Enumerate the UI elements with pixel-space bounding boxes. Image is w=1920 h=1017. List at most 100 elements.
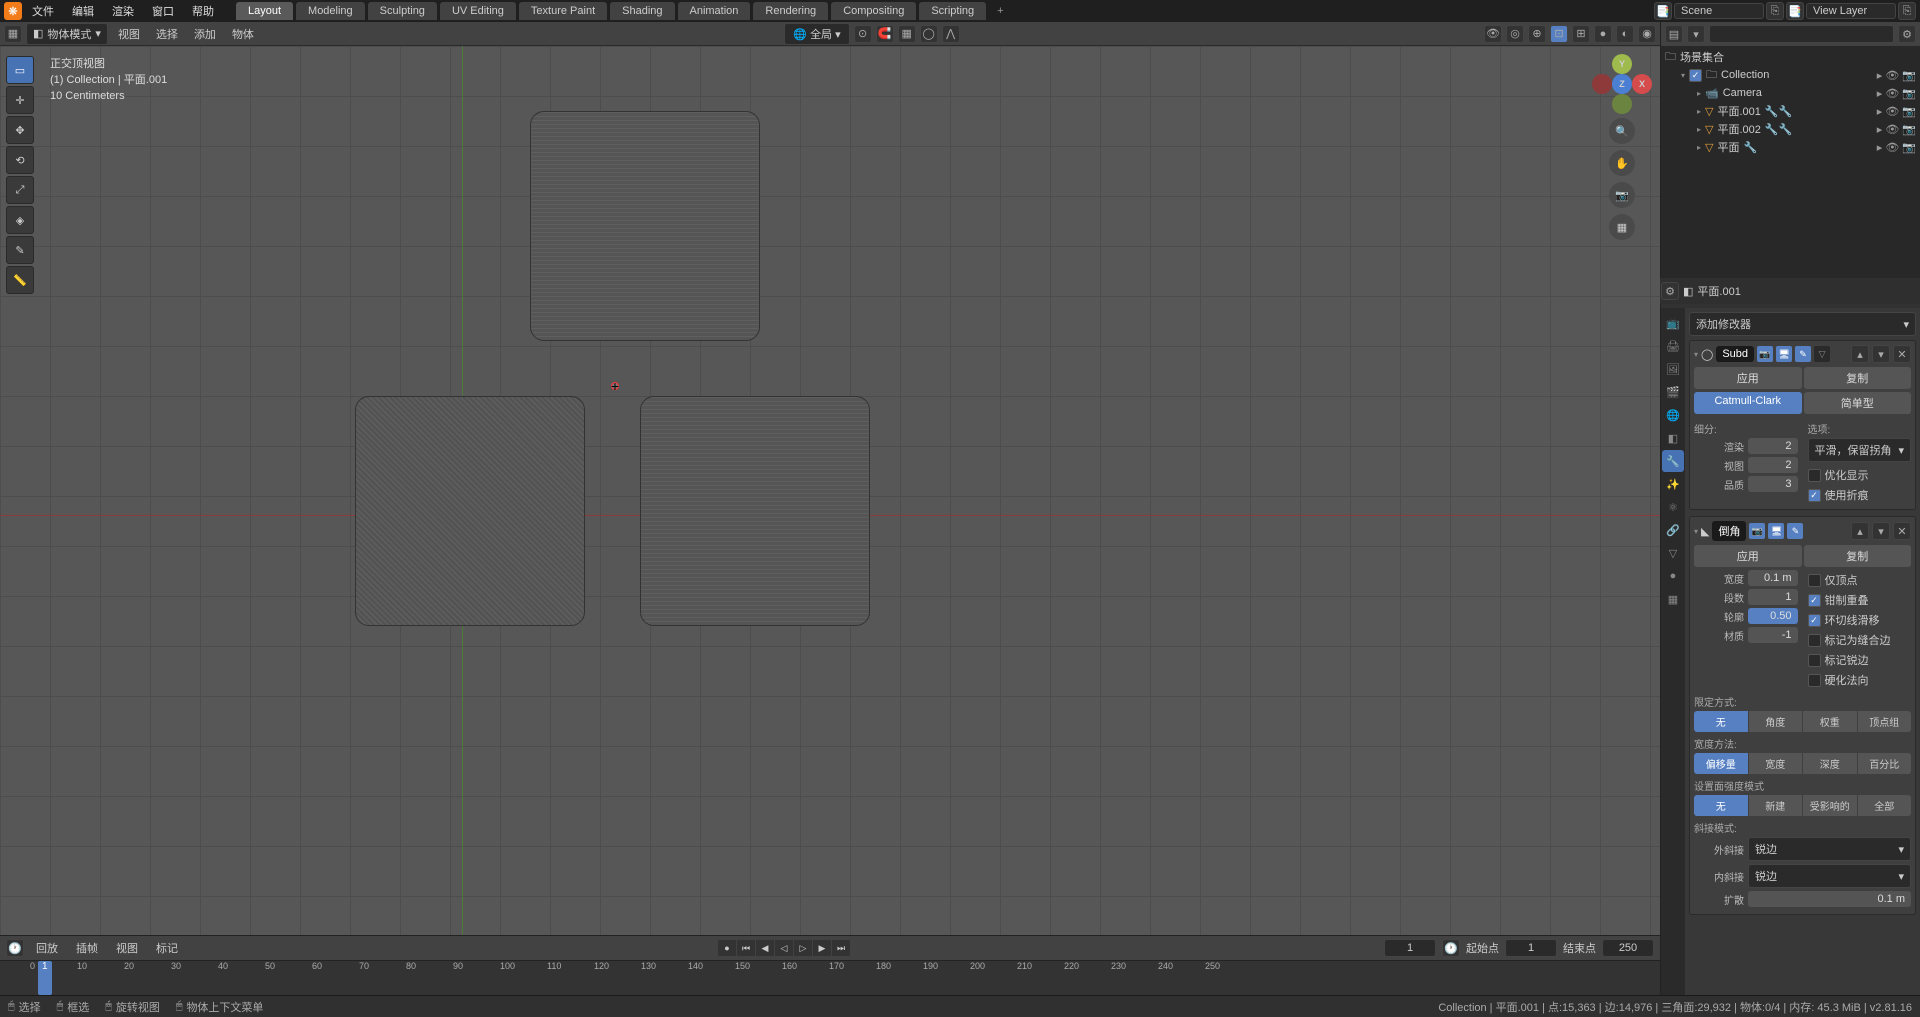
- pivot-icon[interactable]: ⊙: [854, 25, 872, 43]
- gizmo-toggle-icon[interactable]: ◎: [1506, 25, 1524, 43]
- harden-normals-checkbox[interactable]: [1808, 674, 1821, 687]
- menu-render[interactable]: 渲染: [104, 1, 142, 21]
- inner-miter-select[interactable]: 锐边▾: [1748, 864, 1911, 888]
- proportional-falloff-icon[interactable]: ⋀: [942, 25, 960, 43]
- use-crease-checkbox[interactable]: [1808, 489, 1821, 502]
- autokey-icon[interactable]: ●: [718, 940, 736, 956]
- collapse-icon[interactable]: ▾: [1694, 527, 1698, 536]
- eye-icon[interactable]: 👁: [1885, 87, 1899, 100]
- camera-icon[interactable]: 📷: [1902, 69, 1916, 82]
- start-frame-input[interactable]: [1505, 939, 1557, 957]
- 3d-viewport[interactable]: 正交顶视图 (1) Collection | 平面.001 10 Centime…: [0, 46, 1660, 935]
- snap-icon[interactable]: 🧲: [876, 25, 894, 43]
- fs-affected[interactable]: 受影响的: [1803, 795, 1857, 816]
- prop-tab-world[interactable]: 🌐: [1662, 404, 1684, 426]
- realtime-toggle-icon[interactable]: 🖥: [1768, 523, 1784, 539]
- timeline-ruler[interactable]: 1 01020304050607080901001101201301401501…: [0, 960, 1660, 995]
- play-reverse-icon[interactable]: ◁: [775, 940, 793, 956]
- tool-annotate[interactable]: ✎: [6, 236, 34, 264]
- outliner-display-mode-icon[interactable]: ▤: [1665, 25, 1683, 43]
- tab-texturepaint[interactable]: Texture Paint: [519, 2, 607, 20]
- mark-sharp-checkbox[interactable]: [1808, 654, 1821, 667]
- camera-icon[interactable]: 📷: [1902, 105, 1916, 118]
- eye-icon[interactable]: 👁: [1885, 69, 1899, 82]
- timeline-playback-menu[interactable]: 回放: [30, 938, 64, 958]
- camera-view-icon[interactable]: 📷: [1609, 182, 1635, 208]
- editmode-toggle-icon[interactable]: ✎: [1787, 523, 1803, 539]
- timeline-editor-icon[interactable]: 🕐: [6, 939, 24, 957]
- mark-seam-checkbox[interactable]: [1808, 634, 1821, 647]
- tab-add-button[interactable]: +: [989, 3, 1011, 19]
- snap-target-icon[interactable]: ▦: [898, 25, 916, 43]
- modifier-name[interactable]: Subd: [1716, 346, 1754, 362]
- catmull-clark-button[interactable]: Catmull-Clark: [1694, 392, 1802, 414]
- proportional-icon[interactable]: ◯: [920, 25, 938, 43]
- tab-sculpting[interactable]: Sculpting: [368, 2, 437, 20]
- realtime-toggle-icon[interactable]: 🖥: [1776, 346, 1792, 362]
- prop-tab-render[interactable]: 📺: [1662, 312, 1684, 334]
- tool-select-box[interactable]: ▭: [6, 56, 34, 84]
- shading-solid-icon[interactable]: ●: [1594, 25, 1612, 43]
- shading-rendered-icon[interactable]: ◉: [1638, 25, 1656, 43]
- mesh-plane[interactable]: [640, 396, 870, 626]
- mesh-plane-001[interactable]: [530, 111, 760, 341]
- tab-compositing[interactable]: Compositing: [831, 2, 916, 20]
- tab-layout[interactable]: Layout: [236, 2, 293, 20]
- quality-input[interactable]: 3: [1748, 476, 1798, 492]
- bevel-material-input[interactable]: -1: [1748, 627, 1798, 643]
- playhead[interactable]: 1: [38, 961, 52, 995]
- tree-camera[interactable]: ▸📹Camera▸👁📷: [1661, 84, 1920, 102]
- tree-scene-collection[interactable]: 🗀场景集合: [1661, 48, 1920, 66]
- outliner-view-icon[interactable]: ▾: [1687, 25, 1705, 43]
- limit-none[interactable]: 无: [1694, 711, 1748, 732]
- prop-tab-viewlayer[interactable]: 🖼: [1662, 358, 1684, 380]
- copy-button[interactable]: 复制: [1804, 545, 1912, 567]
- spread-input[interactable]: 0.1 m: [1748, 891, 1911, 907]
- tab-rendering[interactable]: Rendering: [753, 2, 828, 20]
- modifier-name[interactable]: 倒角: [1712, 521, 1746, 541]
- end-frame-input[interactable]: [1602, 939, 1654, 957]
- viewport-object-menu[interactable]: 物体: [226, 24, 260, 44]
- prop-tab-modifiers[interactable]: 🔧: [1662, 450, 1684, 472]
- prop-tab-output[interactable]: 🖨: [1662, 335, 1684, 357]
- tree-plane-001[interactable]: ▸▽平面.001 🔧🔧▸👁📷: [1661, 102, 1920, 120]
- move-down-icon[interactable]: ▾: [1872, 522, 1890, 540]
- pan-icon[interactable]: ✋: [1609, 150, 1635, 176]
- prop-tab-particles[interactable]: ✨: [1662, 473, 1684, 495]
- viewport-subdiv-input[interactable]: 2: [1748, 457, 1798, 473]
- tree-plane-002[interactable]: ▸▽平面.002 🔧🔧▸👁📷: [1661, 120, 1920, 138]
- menu-edit[interactable]: 编辑: [64, 1, 102, 21]
- restrict-select-icon[interactable]: ▸: [1877, 123, 1883, 136]
- tree-collection[interactable]: ▾🗀Collection▸👁📷: [1661, 66, 1920, 84]
- tab-animation[interactable]: Animation: [678, 2, 751, 20]
- uv-smooth-select[interactable]: 平滑，保留拐角▾: [1808, 438, 1912, 462]
- collapse-icon[interactable]: ▾: [1694, 350, 1698, 359]
- xray-icon[interactable]: ⊡: [1550, 25, 1568, 43]
- viewport-view-menu[interactable]: 视图: [112, 24, 146, 44]
- play-icon[interactable]: ▷: [794, 940, 812, 956]
- fs-all[interactable]: 全部: [1858, 795, 1912, 816]
- tool-scale[interactable]: ⤢: [6, 176, 34, 204]
- restrict-select-icon[interactable]: ▸: [1877, 87, 1883, 100]
- limit-angle[interactable]: 角度: [1749, 711, 1803, 732]
- eye-icon[interactable]: 👁: [1885, 123, 1899, 136]
- opt-display-checkbox[interactable]: [1808, 469, 1821, 482]
- limit-weight[interactable]: 权重: [1803, 711, 1857, 732]
- frame-clock-icon[interactable]: 🕐: [1442, 939, 1460, 957]
- shading-matprev-icon[interactable]: ◐: [1616, 25, 1634, 43]
- limit-vgroup[interactable]: 顶点组: [1858, 711, 1912, 732]
- bevel-width-input[interactable]: 0.1 m: [1748, 570, 1798, 586]
- editmode-toggle-icon[interactable]: ✎: [1795, 346, 1811, 362]
- tool-rotate[interactable]: ⟲: [6, 146, 34, 174]
- viewlayer-new-icon[interactable]: ⎘: [1898, 2, 1916, 20]
- viewlayer-browse-icon[interactable]: 📑: [1786, 2, 1804, 20]
- jump-end-icon[interactable]: ⏭: [832, 940, 850, 956]
- menu-help[interactable]: 帮助: [184, 1, 222, 21]
- menu-window[interactable]: 窗口: [144, 1, 182, 21]
- tool-move[interactable]: ✥: [6, 116, 34, 144]
- collection-checkbox[interactable]: [1689, 69, 1702, 82]
- timeline-keying-menu[interactable]: 插帧: [70, 938, 104, 958]
- wm-offset[interactable]: 偏移量: [1694, 753, 1748, 774]
- camera-icon[interactable]: 📷: [1902, 141, 1916, 154]
- editor-type-icon[interactable]: ▦: [4, 25, 22, 43]
